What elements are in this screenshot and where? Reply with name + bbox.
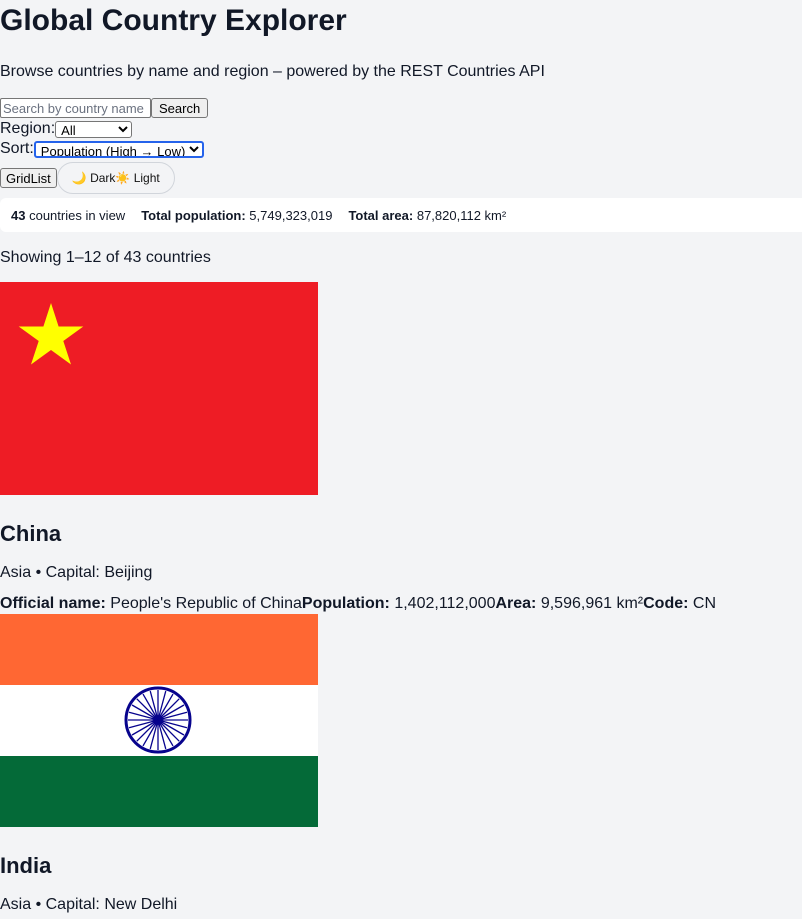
china-flag (0, 282, 318, 495)
sort-filter: Sort: Population (High → Low) (0, 139, 802, 159)
total-area-value: 87,820,112 km² (416, 207, 507, 223)
country-meta: Asia • Capital: Beijing (0, 564, 153, 581)
theme-toggle-button[interactable]: 🌙 Dark☀️ Light (56, 162, 175, 194)
list-view-label: List (30, 170, 51, 186)
region-filter: Region: All (0, 119, 802, 139)
sort-select[interactable]: Population (High → Low) (33, 140, 204, 158)
country-count: 43 (11, 207, 26, 223)
official-name-value: People's Republic of China (110, 595, 302, 612)
india-flag (0, 614, 318, 827)
results-summary: Showing 1–12 of 43 countries (0, 249, 211, 266)
region-label: Region: (0, 120, 56, 137)
dark-theme-label: 🌙 Dark (71, 171, 116, 185)
light-theme-label: ☀️ Light (115, 171, 160, 185)
country-meta: Asia • Capital: New Delhi (0, 896, 178, 913)
view-controls: GridList 🌙 Dark☀️ Light (0, 162, 802, 194)
total-area-stat: Total area: 87,820,112 km² (348, 208, 506, 223)
code-label: Code: (643, 595, 689, 612)
grid-view-label: Grid (6, 170, 31, 186)
country-count-stat: 43 countries in view (11, 208, 125, 223)
page-title: Global Country Explorer (0, 4, 347, 37)
total-population-value: 5,749,323,019 (249, 207, 333, 223)
search-bar: Search (0, 97, 802, 119)
area-value: 9,596,961 km² (540, 595, 644, 612)
code-value: CN (692, 595, 716, 612)
page-subtitle: Browse countries by name and region – po… (0, 63, 545, 80)
view-toggle-button[interactable]: GridList (0, 168, 57, 188)
population-label: Population: (301, 595, 390, 612)
country-card-india[interactable]: India Asia • Capital: New Delhi (0, 614, 802, 916)
search-input[interactable] (0, 98, 151, 118)
area-label: Area: (495, 595, 537, 612)
search-button[interactable]: Search (151, 98, 209, 118)
country-name: India (0, 853, 52, 878)
total-area-label: Total area: (348, 207, 414, 223)
sort-label: Sort: (0, 140, 34, 157)
total-population-label: Total population: (141, 207, 246, 223)
country-card-china[interactable]: China Asia • Capital: Beijing Official n… (0, 282, 802, 614)
official-name-label: Official name: (0, 595, 106, 612)
country-count-suffix: countries in view (29, 207, 126, 223)
population-value: 1,402,112,000 (394, 595, 496, 612)
country-details: Official name: People's Republic of Chin… (0, 594, 802, 614)
country-name: China (0, 521, 62, 546)
stats-bar: 43 countries in view Total population: 5… (0, 198, 802, 232)
region-select[interactable]: All (55, 120, 133, 138)
total-population-stat: Total population: 5,749,323,019 (141, 208, 332, 223)
